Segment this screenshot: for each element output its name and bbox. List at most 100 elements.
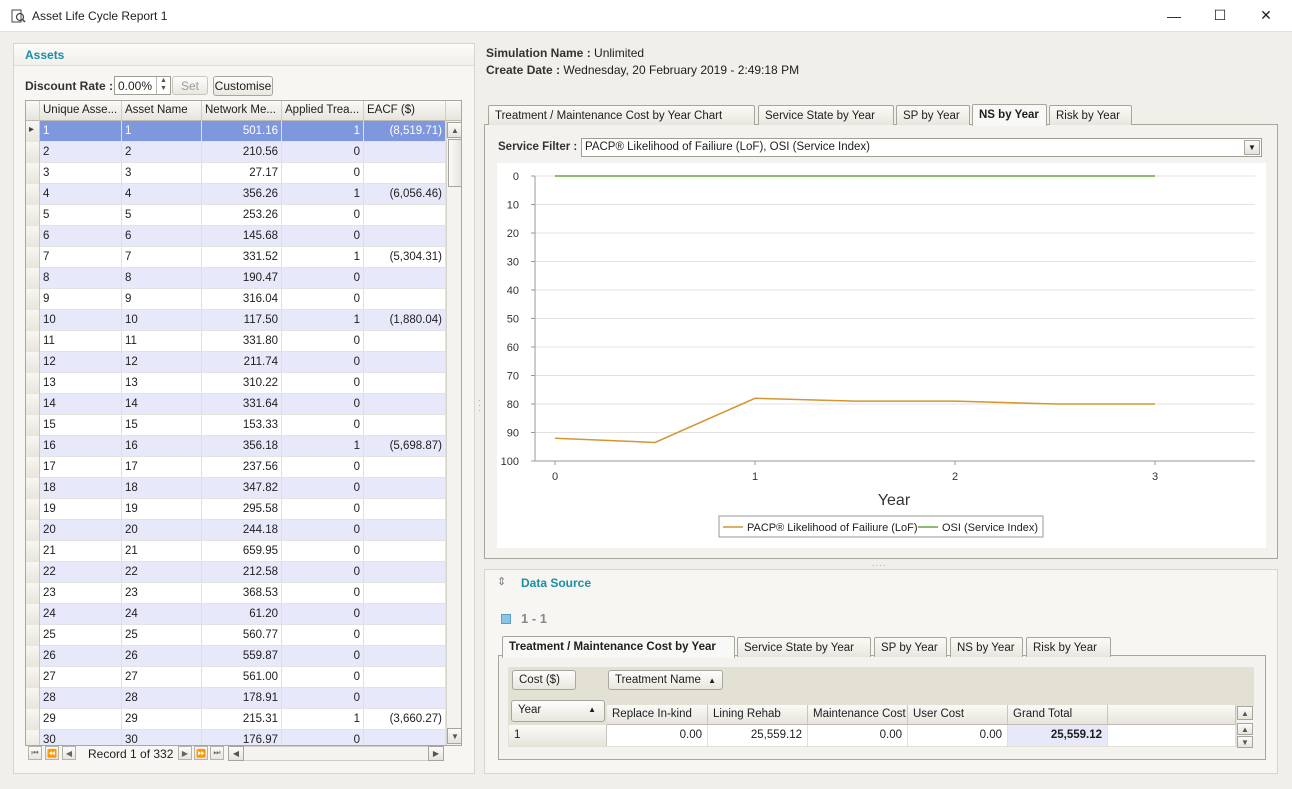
table-row[interactable]: 19 19 295.58 0 xyxy=(26,499,446,520)
ds-tab-treatment-cost[interactable]: Treatment / Maintenance Cost by Year xyxy=(502,636,735,658)
row-indicator[interactable] xyxy=(26,667,40,688)
pivot-scrollbar[interactable]: ▲ ▲ ▼ xyxy=(1237,706,1254,748)
table-row[interactable]: 16 16 356.18 1 (5,698.87) xyxy=(26,436,446,457)
pivot-column-field[interactable]: Treatment Name ▲ xyxy=(608,670,723,690)
column-header-unique-asset[interactable]: Unique Asse... xyxy=(40,101,122,121)
table-row[interactable]: 26 26 559.87 0 xyxy=(26,646,446,667)
row-indicator[interactable] xyxy=(26,604,40,625)
discount-rate-spinner[interactable]: 0.00% ▲ ▼ xyxy=(114,76,171,95)
column-header-eacf[interactable]: EACF ($) xyxy=(364,101,446,121)
table-row[interactable]: 23 23 368.53 0 xyxy=(26,583,446,604)
row-indicator[interactable] xyxy=(26,289,40,310)
scroll-up-icon[interactable]: ▲ xyxy=(447,122,461,138)
last-record-icon[interactable]: ⏭ xyxy=(210,746,224,760)
row-indicator[interactable] xyxy=(26,373,40,394)
pivot-scroll-mid-icon[interactable]: ▲ xyxy=(1237,723,1253,735)
pivot-scroll-up-icon[interactable]: ▲ xyxy=(1237,706,1253,720)
row-indicator[interactable] xyxy=(26,709,40,730)
column-header-applied-treatment[interactable]: Applied Trea... xyxy=(282,101,364,121)
pivot-col-replace-in-kind[interactable]: Replace In-kind xyxy=(607,705,708,725)
prev-record-icon[interactable]: ◀ xyxy=(62,746,76,760)
row-indicator[interactable] xyxy=(26,415,40,436)
tab-sp-by-year[interactable]: SP by Year xyxy=(896,105,970,125)
tab-risk-by-year[interactable]: Risk by Year xyxy=(1049,105,1132,125)
maximize-button[interactable]: ☐ xyxy=(1197,0,1243,31)
set-button[interactable]: Set xyxy=(172,76,208,95)
row-indicator[interactable] xyxy=(26,394,40,415)
customise-button[interactable]: Customise xyxy=(213,76,273,96)
row-indicator[interactable] xyxy=(26,331,40,352)
column-header-network-measure[interactable]: Network Me... xyxy=(202,101,282,121)
row-indicator[interactable] xyxy=(26,247,40,268)
column-header-asset-name[interactable]: Asset Name xyxy=(122,101,202,121)
vertical-splitter-grip[interactable]: · · · xyxy=(478,397,482,416)
table-row[interactable]: 2 2 210.56 0 xyxy=(26,142,446,163)
row-indicator[interactable] xyxy=(26,730,40,745)
table-row[interactable]: 30 30 176.97 0 xyxy=(26,730,446,745)
row-indicator[interactable] xyxy=(26,163,40,184)
grid-vertical-scrollbar[interactable]: ▲ ▼ xyxy=(446,121,461,745)
horizontal-splitter-grip[interactable]: ···· xyxy=(872,561,890,570)
table-row[interactable]: 21 21 659.95 0 xyxy=(26,541,446,562)
row-indicator[interactable] xyxy=(26,184,40,205)
assets-grid[interactable]: Unique Asse... Asset Name Network Me... … xyxy=(25,100,462,746)
row-indicator[interactable] xyxy=(26,541,40,562)
ds-tab-risk-by-year[interactable]: Risk by Year xyxy=(1026,637,1111,657)
row-indicator[interactable] xyxy=(26,625,40,646)
row-indicator[interactable] xyxy=(26,457,40,478)
table-row[interactable]: 7 7 331.52 1 (5,304.31) xyxy=(26,247,446,268)
scroll-right-icon[interactable]: ▶ xyxy=(428,746,444,761)
pivot-col-grand-total[interactable]: Grand Total xyxy=(1008,705,1108,725)
dropdown-arrow-icon[interactable]: ▼ xyxy=(1244,140,1260,155)
table-row[interactable]: 12 12 211.74 0 xyxy=(26,352,446,373)
table-row[interactable]: 17 17 237.56 0 xyxy=(26,457,446,478)
tab-service-state[interactable]: Service State by Year xyxy=(758,105,894,125)
table-row[interactable]: 18 18 347.82 0 xyxy=(26,478,446,499)
table-row[interactable]: 25 25 560.77 0 xyxy=(26,625,446,646)
close-button[interactable]: ✕ xyxy=(1243,0,1289,31)
pivot-col-user-cost[interactable]: User Cost xyxy=(908,705,1008,725)
row-indicator[interactable] xyxy=(26,646,40,667)
row-indicator[interactable] xyxy=(26,688,40,709)
row-indicator[interactable] xyxy=(26,499,40,520)
scroll-thumb[interactable] xyxy=(448,139,461,187)
table-row[interactable]: 28 28 178.91 0 xyxy=(26,688,446,709)
minimize-button[interactable]: — xyxy=(1151,0,1197,31)
row-indicator[interactable] xyxy=(26,310,40,331)
ds-tab-service-state[interactable]: Service State by Year xyxy=(737,637,871,657)
table-row[interactable]: 6 6 145.68 0 xyxy=(26,226,446,247)
row-indicator[interactable] xyxy=(26,226,40,247)
horizontal-scrollbar[interactable]: ◀ ▶ xyxy=(228,746,444,761)
table-row[interactable]: 9 9 316.04 0 xyxy=(26,289,446,310)
table-row[interactable]: 5 5 253.26 0 xyxy=(26,205,446,226)
table-row[interactable]: 4 4 356.26 1 (6,056.46) xyxy=(26,184,446,205)
row-indicator[interactable] xyxy=(26,478,40,499)
table-row[interactable]: 3 3 27.17 0 xyxy=(26,163,446,184)
table-row[interactable]: 11 11 331.80 0 xyxy=(26,331,446,352)
pivot-row-year[interactable]: 1 xyxy=(509,725,607,746)
row-indicator[interactable] xyxy=(26,352,40,373)
prev-page-icon[interactable]: ⏪ xyxy=(45,746,59,760)
table-row[interactable]: 8 8 190.47 0 xyxy=(26,268,446,289)
row-indicator[interactable] xyxy=(26,142,40,163)
scroll-down-icon[interactable]: ▼ xyxy=(447,728,461,744)
pivot-col-maintenance-cost[interactable]: Maintenance Cost xyxy=(808,705,908,725)
table-row[interactable]: 29 29 215.31 1 (3,660.27) xyxy=(26,709,446,730)
pivot-scroll-down-icon[interactable]: ▼ xyxy=(1237,736,1253,748)
ds-tab-sp-by-year[interactable]: SP by Year xyxy=(874,637,947,657)
row-indicator[interactable]: ▸ xyxy=(26,121,40,142)
table-row[interactable]: 14 14 331.64 0 xyxy=(26,394,446,415)
table-row[interactable]: 20 20 244.18 0 xyxy=(26,520,446,541)
pivot-row-field[interactable]: Year ▲ xyxy=(511,700,605,722)
table-row[interactable]: 27 27 561.00 0 xyxy=(26,667,446,688)
table-row[interactable]: 10 10 117.50 1 (1,880.04) xyxy=(26,310,446,331)
table-row[interactable]: ▸ 1 1 501.16 1 (8,519.71) xyxy=(26,121,446,142)
collapse-icon[interactable]: ⇕ xyxy=(497,575,511,589)
spinner-arrows-icon[interactable]: ▲ ▼ xyxy=(156,77,170,94)
row-indicator[interactable] xyxy=(26,520,40,541)
table-row[interactable]: 13 13 310.22 0 xyxy=(26,373,446,394)
tab-ns-by-year[interactable]: NS by Year xyxy=(972,104,1047,126)
row-indicator[interactable] xyxy=(26,583,40,604)
row-indicator[interactable] xyxy=(26,562,40,583)
service-filter-dropdown[interactable]: PACP® Likelihood of Failiure (LoF), OSI … xyxy=(581,138,1262,157)
